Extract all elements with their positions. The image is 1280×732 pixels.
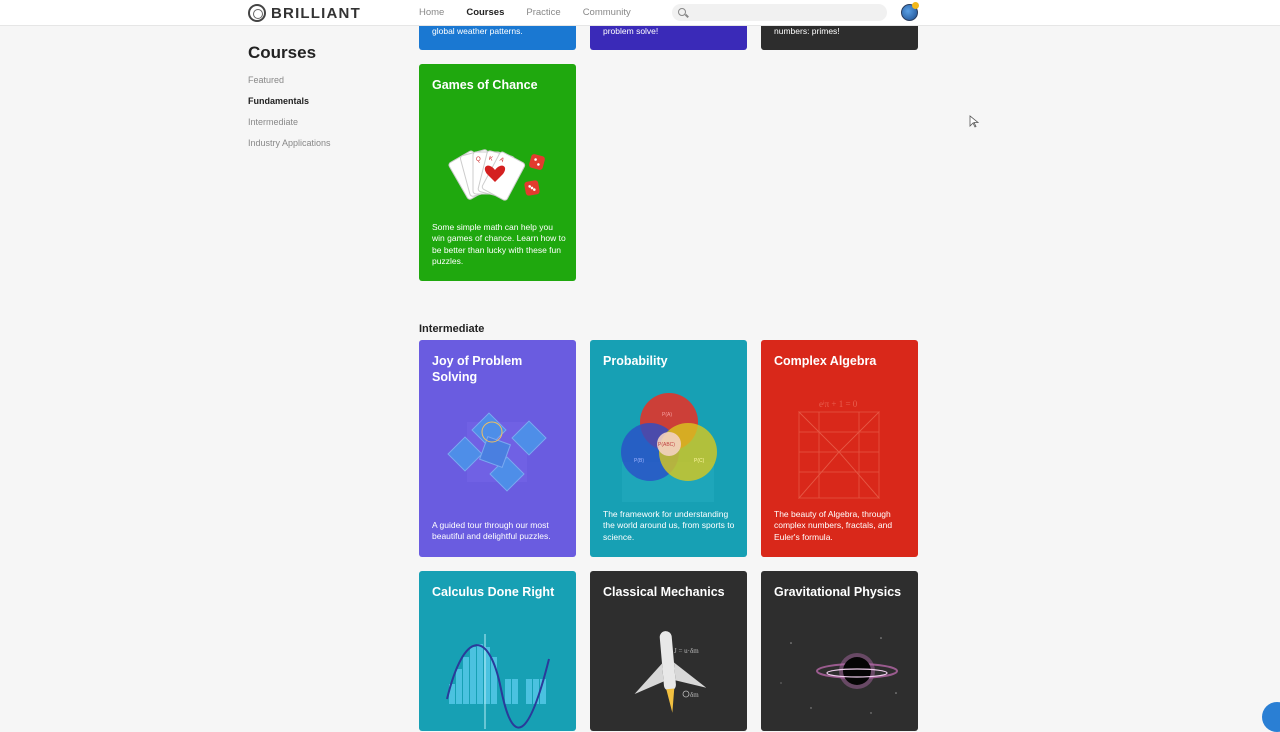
course-card-classical-mechanics[interactable]: Classical Mechanics J = u·δm δm <box>590 571 747 731</box>
page-title: Courses <box>248 43 317 62</box>
impulse-annotation: J = u·δm <box>674 647 699 655</box>
card-title: Probability <box>603 354 668 368</box>
course-card-joy-of-problem-solving[interactable]: Joy of Problem Solving A guided tour thr… <box>419 340 576 557</box>
logo-text: BRILLIANT <box>271 4 361 22</box>
venn-label-abc: P(ABC) <box>658 442 675 448</box>
main-nav: Home Courses Practice Community <box>419 7 653 18</box>
notification-badge <box>912 2 919 9</box>
card-description: Some simple math can help you win games … <box>432 222 566 267</box>
card-title: Calculus Done Right <box>432 585 555 599</box>
top-navigation-bar: BRILLIANT Home Courses Practice Communit… <box>0 0 1280 26</box>
playing-cards-dice-icon: Q K A <box>448 149 545 201</box>
black-hole-icon <box>780 637 898 714</box>
card-title: Classical Mechanics <box>603 585 725 599</box>
course-card-games-of-chance[interactable]: Games of Chance Q K A Some simple math c… <box>419 64 576 281</box>
fractal-triangles-icon: eⁱπ + 1 = 0 <box>798 399 880 500</box>
help-chat-button[interactable] <box>1262 702 1280 732</box>
brilliant-logo-icon <box>248 4 266 22</box>
venn-label-c: P(C) <box>694 458 705 464</box>
section-title-intermediate: Intermediate <box>419 323 485 335</box>
card-desc: numbers: primes! <box>774 26 840 36</box>
euler-formula: eⁱπ + 1 = 0 <box>819 399 858 409</box>
mass-annotation: δm <box>690 691 699 699</box>
geometric-squares-icon <box>447 412 547 492</box>
svg-text:Q: Q <box>476 157 481 163</box>
card-title: Joy of Problem Solving <box>432 354 523 384</box>
sidebar-item-featured[interactable]: Featured <box>248 75 284 85</box>
nav-home-link[interactable]: Home <box>419 7 444 18</box>
card-desc: global weather patterns. <box>432 26 523 36</box>
nav-community-link[interactable]: Community <box>583 7 631 18</box>
card-title: Gravitational Physics <box>774 585 902 599</box>
rocket-icon: J = u·δm δm <box>634 631 707 713</box>
card-title: Games of Chance <box>432 78 538 92</box>
search-icon <box>678 8 686 16</box>
search-input[interactable] <box>672 4 887 21</box>
venn-diagram-icon: P(A) P(B) P(C) P(ABC) <box>621 393 717 502</box>
sidebar-item-intermediate[interactable]: Intermediate <box>248 117 298 127</box>
venn-label-b: P(B) <box>634 458 644 464</box>
card-description: The framework for understanding the worl… <box>603 509 735 542</box>
sidebar-item-fundamentals[interactable]: Fundamentals <box>248 96 309 106</box>
nav-practice-link[interactable]: Practice <box>526 7 560 18</box>
riemann-sum-curve-icon <box>446 634 550 729</box>
card-description: A guided tour through our most beautiful… <box>432 520 551 542</box>
brilliant-logo[interactable]: BRILLIANT <box>248 4 361 22</box>
sidebar-item-industry-applications[interactable]: Industry Applications <box>248 138 331 148</box>
course-card-complex-algebra[interactable]: Complex Algebra eⁱπ + 1 = 0 The beauty o… <box>761 340 918 557</box>
course-card-calculus-done-right[interactable]: Calculus Done Right <box>419 571 576 731</box>
nav-courses-link[interactable]: Courses <box>466 7 504 18</box>
mouse-cursor-icon <box>969 115 979 128</box>
card-description: The beauty of Algebra, through complex n… <box>774 509 893 542</box>
course-card-probability[interactable]: Probability P(A) P(B) P(C) P(ABC) The fr… <box>590 340 747 557</box>
card-title: Complex Algebra <box>774 354 877 368</box>
course-card-gravitational-physics[interactable]: Gravitational Physics <box>761 571 918 731</box>
venn-label-a: P(A) <box>662 412 672 418</box>
card-desc: problem solve! <box>603 26 659 36</box>
